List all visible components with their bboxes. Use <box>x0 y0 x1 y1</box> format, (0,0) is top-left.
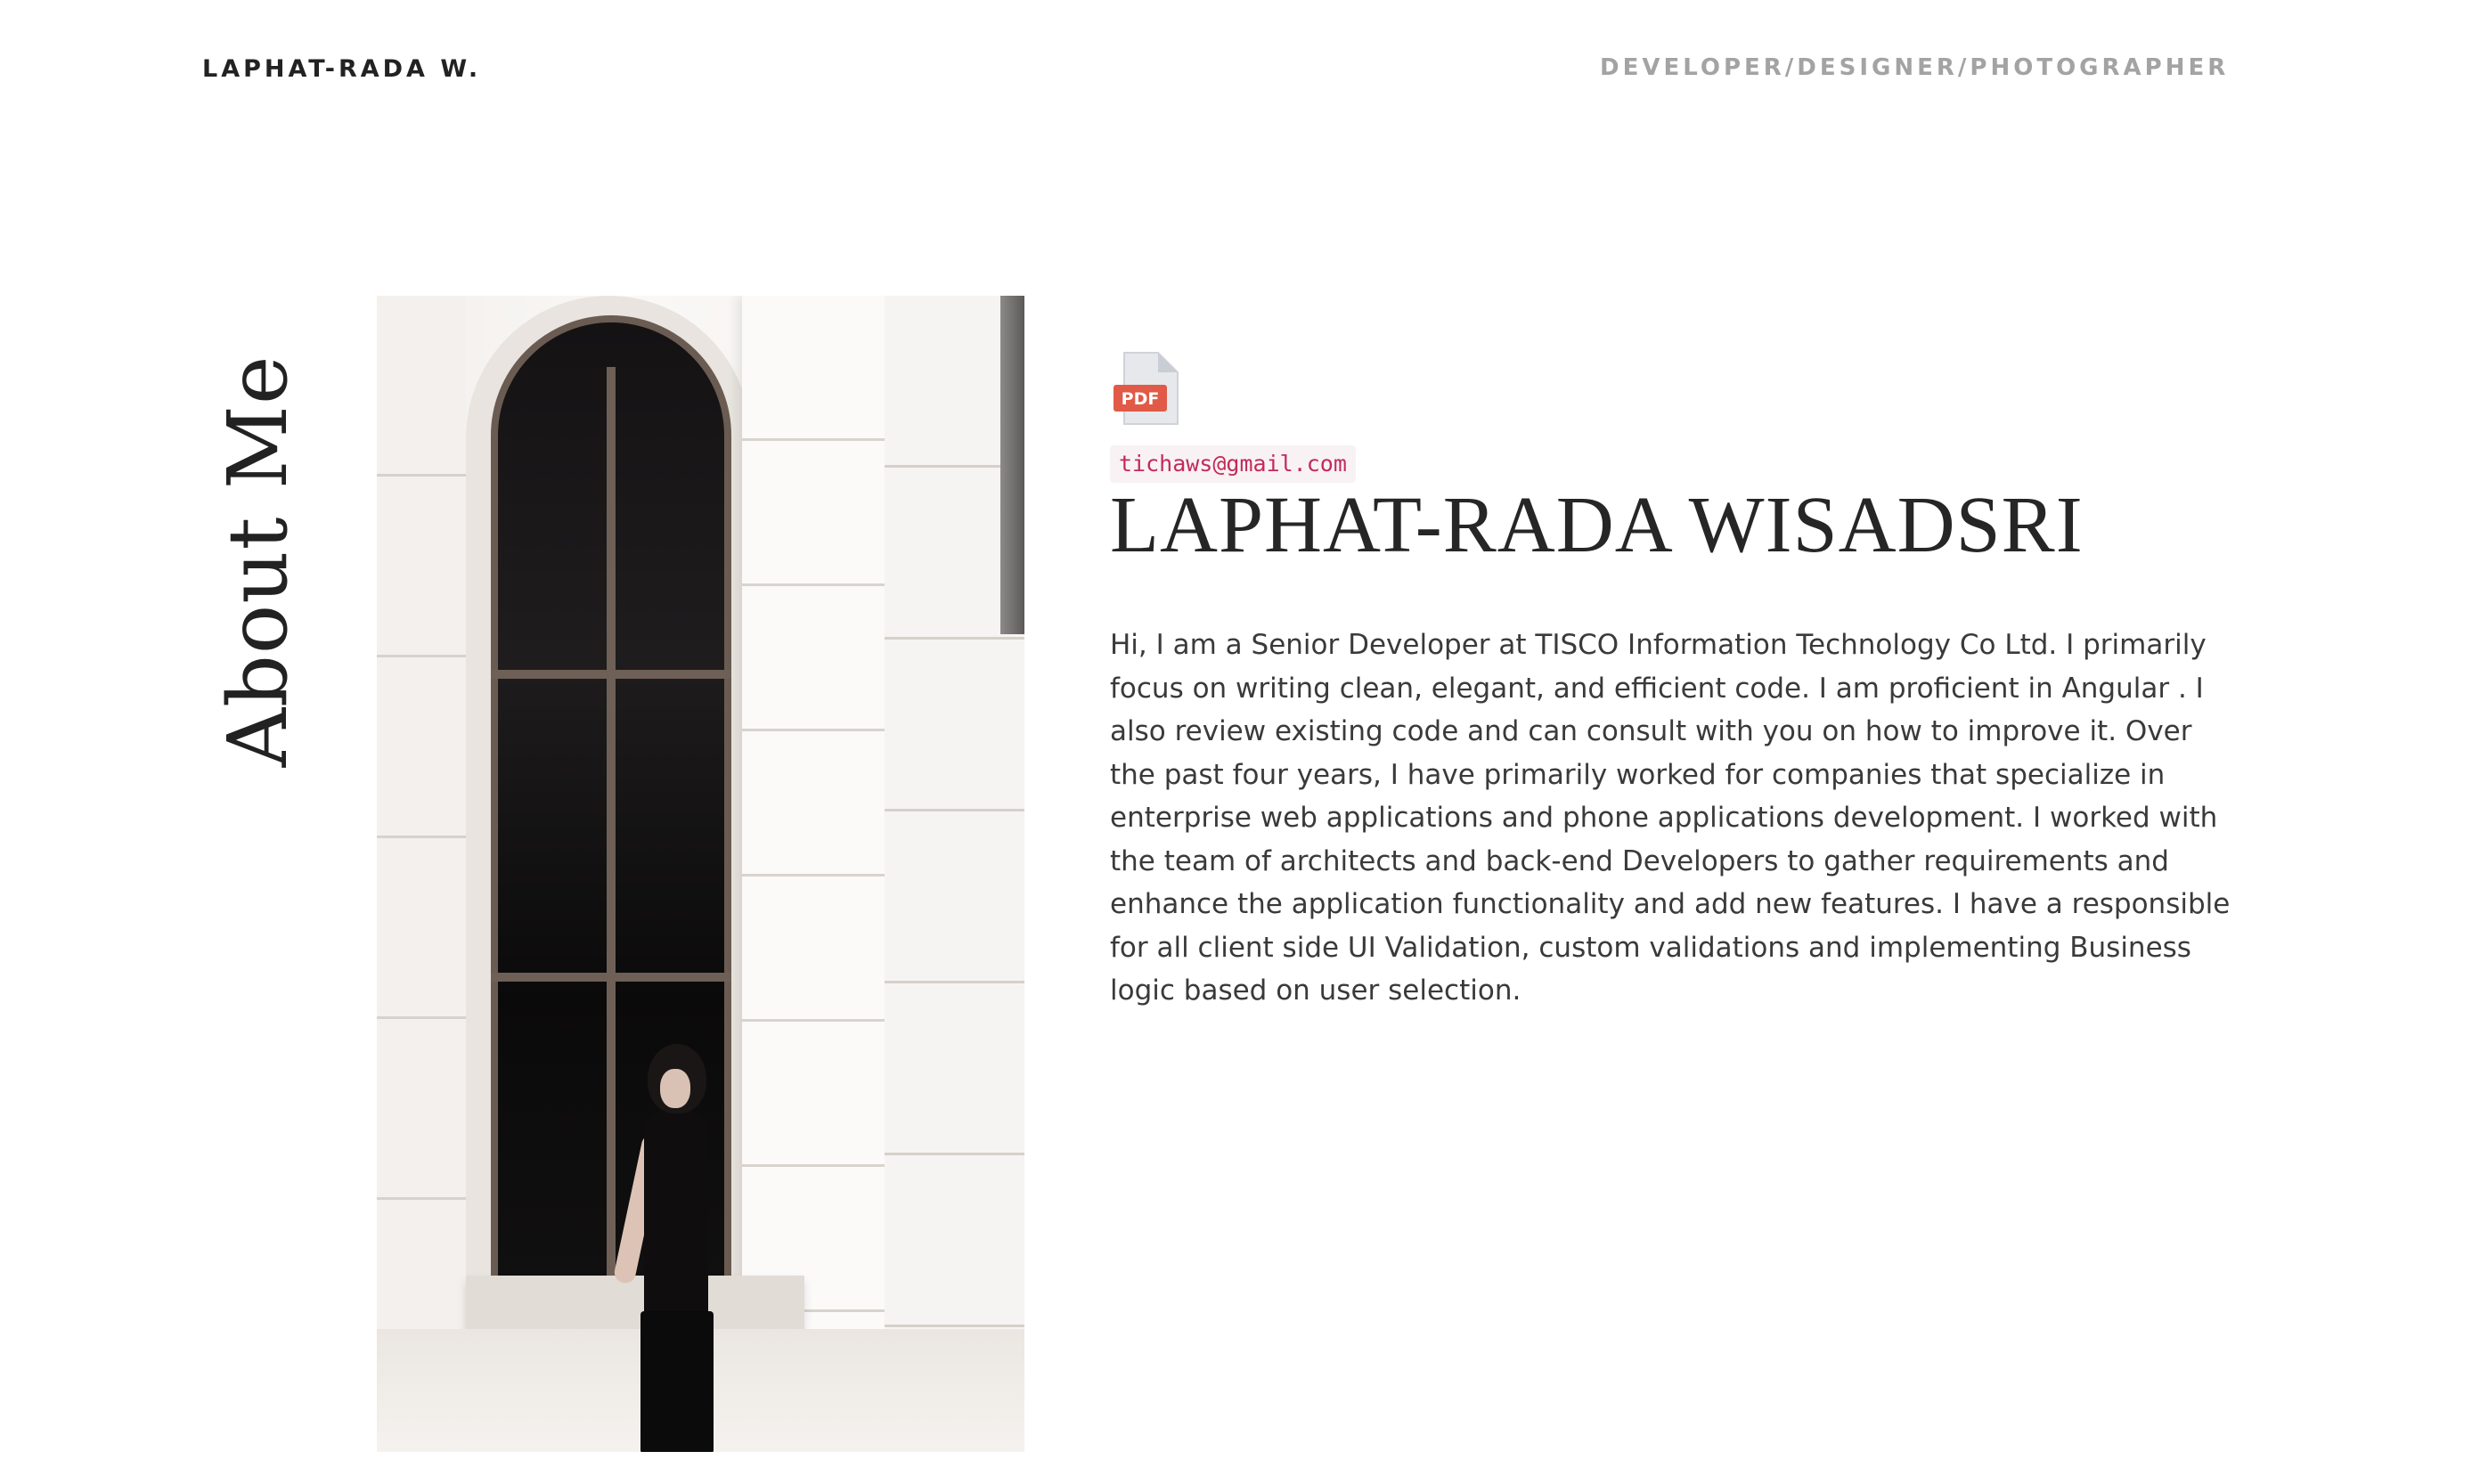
site-tagline: DEVELOPER/DESIGNER/PHOTOGRAPHER <box>1600 54 2230 81</box>
profile-name: LAPHAT-RADA WISADSRI <box>1110 481 2084 569</box>
pdf-badge-label: PDF <box>1122 389 1160 409</box>
site-brand-link[interactable]: LAPHAT-RADA W. <box>202 55 481 83</box>
email-address: tichaws@gmail.com <box>1110 445 1356 483</box>
section-heading-about: About Me <box>210 355 306 768</box>
resume-pdf-link[interactable]: PDF <box>1112 351 1179 426</box>
profile-bio: Hi, I am a Senior Developer at TISCO Inf… <box>1110 629 2231 1007</box>
pdf-file-icon: PDF <box>1114 352 1179 425</box>
portrait-photo <box>377 296 1024 1452</box>
